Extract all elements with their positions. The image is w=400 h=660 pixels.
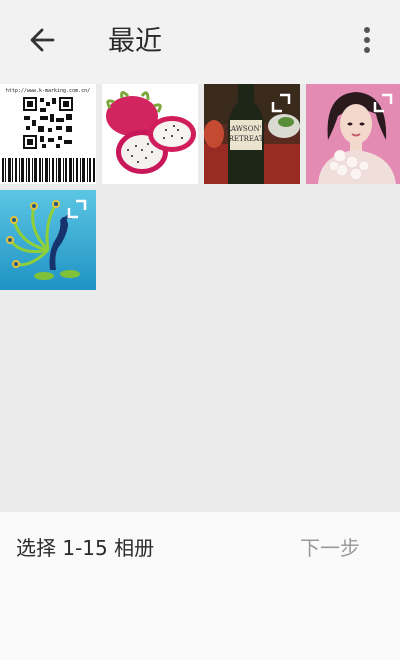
arrow-left-icon [28,26,56,58]
photo-thumb-peacock[interactable] [0,190,96,290]
wine-label-line1: RAWSON'S [226,125,267,133]
photo-thumb-portrait[interactable] [306,84,400,184]
back-button[interactable] [22,22,62,62]
more-vert-icon [362,25,372,59]
bottom-bar: 选择 1-15 相册 下一步 [0,512,400,660]
app-bar: 最近 [0,0,400,84]
photo-thumb-qr[interactable]: http://www.k-marking.com.cn/ [0,84,96,184]
overflow-menu-button[interactable] [352,24,382,60]
expand-icon[interactable] [270,92,292,114]
wine-label-line2: RETREAT [229,135,264,143]
next-button[interactable]: 下一步 [300,532,360,564]
selection-range-text: 选择 1-15 相册 [16,536,155,560]
expand-icon[interactable] [168,92,190,114]
page-title: 最近 [108,26,162,57]
expand-icon[interactable] [372,92,394,114]
photo-thumb-wine[interactable]: RAWSON'S RETREAT [204,84,300,184]
photo-grid: http://www.k-marking.com.cn/ RAWSON'S RE… [0,84,400,512]
expand-icon[interactable] [66,198,88,220]
photo-thumb-dragon-fruit[interactable] [102,84,198,184]
qr-url-text: http://www.k-marking.com.cn/ [6,88,90,94]
